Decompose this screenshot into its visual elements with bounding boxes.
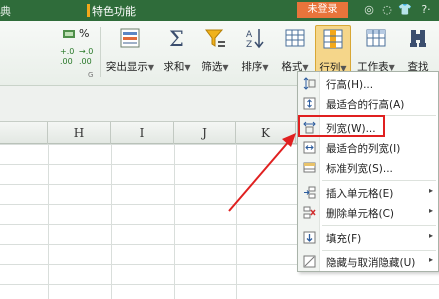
sigma-icon: Σ	[169, 27, 184, 49]
sum-label: 求和	[163, 61, 185, 73]
menu-item-row-height[interactable]: 行高(H)...	[298, 74, 438, 94]
highlight-button[interactable]: 突出显示▼	[104, 25, 156, 77]
standard-width-icon	[303, 162, 316, 173]
menu-item-standard-width[interactable]: 标准列宽(S)...	[298, 158, 438, 178]
column-header-h[interactable]: H	[48, 122, 111, 144]
find-icon	[410, 30, 426, 47]
chevron-down-icon: ▼	[147, 63, 155, 72]
menu-item-hide-unhide[interactable]: 隐藏与取消隐藏(U) ▸	[298, 252, 438, 272]
menu-item-label: 最适合的列宽(I)	[326, 143, 401, 155]
svg-text:Σ: Σ	[169, 27, 184, 49]
chevron-down-icon: ▼	[262, 63, 269, 72]
tab-partial[interactable]: 典	[0, 3, 11, 19]
menu-item-autofit-row[interactable]: 最适合的行高(A)	[298, 94, 438, 114]
filter-icon	[205, 29, 225, 47]
menu-item-fill[interactable]: 填充(F) ▸	[298, 228, 438, 248]
menu-separator	[322, 250, 436, 251]
menu-item-insert-cell[interactable]: 插入单元格(E) ▸	[298, 183, 438, 203]
find-button[interactable]: 查找	[400, 25, 436, 77]
autofit-row-icon	[303, 97, 316, 110]
row-col-menu: 行高(H)... 最适合的行高(A) 列宽(W)... 最适合的列宽(I) 标准…	[297, 71, 439, 272]
insert-cell-icon	[304, 186, 316, 199]
chevron-down-icon: ▼	[222, 63, 229, 72]
title-bar: 典 特色功能 未登录 ◎ ◌ 👕 ?·	[0, 0, 439, 21]
format-icon	[285, 29, 305, 47]
settings-icon[interactable]: ◌	[380, 3, 394, 17]
fill-icon	[303, 231, 316, 244]
grid-line	[174, 144, 175, 299]
decrease-decimal-button[interactable]: →.0	[79, 47, 93, 56]
grid-line	[48, 144, 49, 299]
menu-item-label: 行高(H)...	[326, 79, 374, 91]
filter-button[interactable]: 筛选▼	[198, 25, 232, 77]
highlight-label: 突出显示	[105, 61, 148, 73]
sort-icon: A Z	[246, 29, 264, 49]
circle-icon[interactable]: ◎	[362, 3, 376, 17]
menu-item-label: 最适合的行高(A)	[326, 99, 405, 111]
format-button[interactable]: 格式▼	[278, 25, 312, 77]
submenu-arrow-icon: ▸	[429, 206, 434, 215]
column-header-i[interactable]: I	[111, 122, 174, 144]
submenu-arrow-icon: ▸	[429, 186, 434, 195]
column-header-j[interactable]: J	[174, 122, 236, 144]
column-header-partial[interactable]	[0, 122, 48, 144]
highlight-icon	[120, 28, 140, 48]
menu-item-label: 隐藏与取消隐藏(U)	[326, 257, 416, 269]
row-col-button[interactable]: 行列▼	[315, 25, 351, 77]
percent-button[interactable]: %	[79, 27, 89, 40]
shirt-icon[interactable]: 👕	[398, 3, 412, 17]
column-header-k[interactable]: K	[236, 122, 296, 144]
row-height-icon	[303, 77, 316, 90]
sort-label: 排序	[241, 61, 263, 73]
worksheet-button[interactable]: 工作表▼	[354, 25, 398, 77]
menu-item-label: 标准列宽(S)...	[326, 163, 393, 175]
grid-line	[236, 144, 237, 299]
highlight-box	[298, 115, 385, 137]
submenu-arrow-icon: ▸	[429, 255, 434, 264]
ribbon-separator	[100, 27, 101, 77]
delete-cell-icon	[303, 206, 316, 219]
menu-separator	[322, 180, 436, 181]
menu-item-label: 填充(F)	[326, 233, 362, 245]
sort-button[interactable]: A Z 排序▼	[236, 25, 274, 77]
hide-unhide-icon	[303, 255, 316, 268]
tab-special-features[interactable]: 特色功能	[92, 3, 136, 19]
sum-button[interactable]: Σ 求和▼	[160, 25, 194, 77]
submenu-arrow-icon: ▸	[429, 231, 434, 240]
autofit-column-icon	[303, 141, 316, 154]
grid-line	[111, 144, 112, 299]
tab-separator	[87, 4, 90, 17]
decimal-label-2: .00	[79, 57, 92, 66]
currency-icon[interactable]	[62, 28, 76, 40]
increase-decimal-button[interactable]: +.0	[60, 47, 74, 56]
menu-item-delete-cell[interactable]: 删除单元格(C) ▸	[298, 203, 438, 223]
decimal-label: .00	[60, 57, 73, 66]
worksheet-icon	[366, 29, 386, 47]
filter-label: 筛选	[201, 61, 223, 73]
svg-text:A: A	[246, 30, 253, 40]
chevron-down-icon: ▼	[184, 63, 191, 72]
help-icon[interactable]: ?·	[416, 3, 436, 17]
menu-separator	[322, 225, 436, 226]
menu-item-autofit-column[interactable]: 最适合的列宽(I)	[298, 138, 438, 158]
menu-item-label: 删除单元格(C)	[326, 208, 395, 220]
svg-text:Z: Z	[246, 40, 252, 49]
login-button[interactable]: 未登录	[297, 2, 348, 18]
row-col-icon	[323, 29, 343, 49]
group-launcher[interactable]: G	[88, 71, 93, 79]
menu-item-label: 插入单元格(E)	[326, 188, 394, 200]
